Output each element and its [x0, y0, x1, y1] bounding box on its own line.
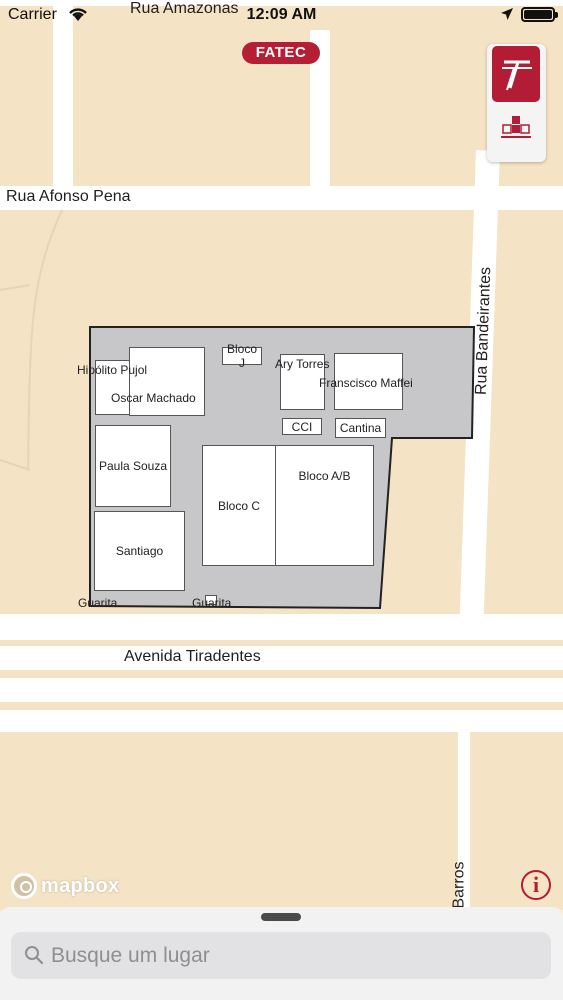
label-avenida-tiradentes: Avenida Tiradentes: [124, 648, 261, 665]
info-button[interactable]: i: [521, 870, 551, 900]
search-bar[interactable]: [11, 932, 551, 979]
campus-view-button[interactable]: [492, 110, 540, 156]
label-cci: CCI: [291, 419, 313, 434]
building-bloco-ab[interactable]: Bloco A/B: [275, 445, 374, 566]
fatec-logo-button[interactable]: [492, 46, 540, 102]
building-bloco-c[interactable]: Bloco C: [202, 445, 276, 566]
map-view[interactable]: Bloco J CCI Cantina Paula Souza Bloco C …: [0, 0, 563, 910]
bottom-sheet[interactable]: [0, 907, 563, 1000]
label-guarita-1: Guarita: [78, 596, 118, 610]
label-oscar-machado: Oscar Machado: [111, 391, 196, 405]
label-santiago: Santiago: [115, 544, 164, 558]
building-bloco-j[interactable]: Bloco J: [222, 342, 262, 370]
mapbox-logo[interactable]: mapbox: [11, 873, 119, 899]
label-bloco-j: Bloco J: [226, 342, 258, 370]
building-paula-souza[interactable]: Paula Souza: [95, 425, 171, 507]
map-controls-panel: [487, 44, 546, 162]
building-cantina[interactable]: Cantina: [335, 418, 386, 438]
location-arrow-icon: [501, 8, 513, 20]
building-santiago[interactable]: Santiago: [94, 511, 185, 591]
label-paula-souza: Paula Souza: [98, 459, 168, 473]
label-bloco-ab: Bloco A/B: [298, 468, 351, 483]
building-cci[interactable]: CCI: [282, 418, 322, 435]
buildings-icon: [501, 116, 531, 138]
mapbox-attribution: mapbox: [41, 874, 120, 897]
building-oscar-machado[interactable]: [129, 347, 205, 416]
label-guarita-2: Guarita: [192, 596, 232, 610]
status-time: 12:09 AM: [246, 6, 317, 23]
sheet-grabber-handle[interactable]: [261, 913, 301, 921]
label-cantina: Cantina: [339, 421, 382, 435]
search-icon: [25, 946, 44, 965]
label-rua-afonso-pena: Rua Afonso Pena: [6, 188, 131, 205]
fatec-logo-icon: [502, 60, 532, 91]
label-barros: Barros: [450, 861, 468, 909]
fatec-badge[interactable]: FATEC: [242, 42, 320, 64]
label-francisco-maffei: Franscisco Maffei: [319, 376, 413, 390]
battery-icon: [521, 7, 558, 22]
label-ary-torres: Ary Torres: [275, 357, 330, 371]
mapbox-logo-icon: [11, 873, 37, 899]
label-hipolito-pujol: Hipólito Pujol: [77, 363, 148, 377]
status-bar: Carrier 12:09 AM: [0, 0, 563, 30]
label-bloco-c: Bloco C: [217, 498, 261, 513]
search-input[interactable]: [51, 932, 531, 979]
